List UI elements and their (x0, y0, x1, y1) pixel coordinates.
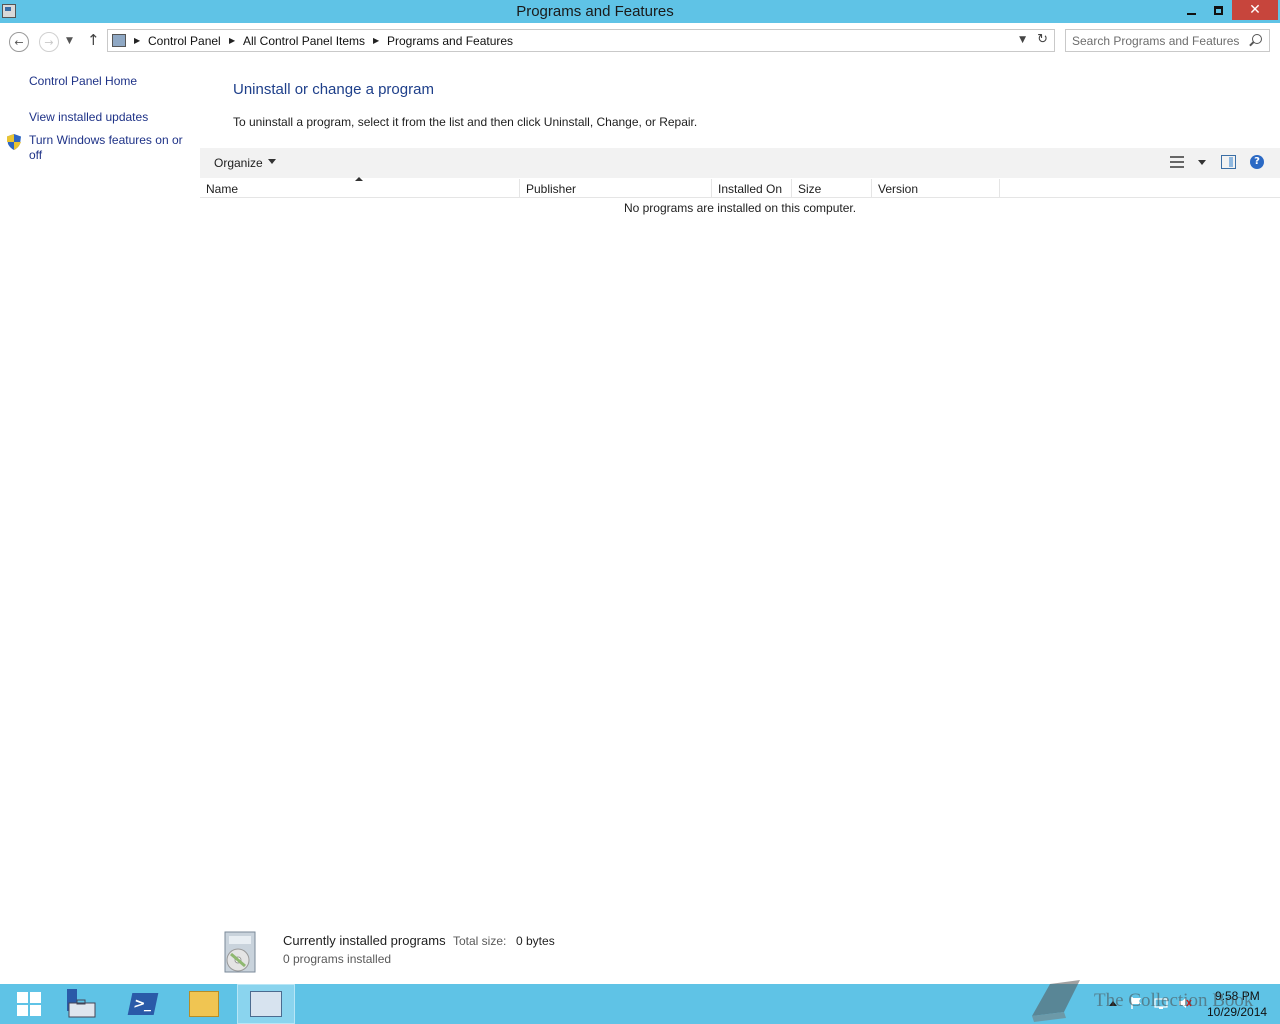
control-panel-icon (250, 991, 282, 1017)
restore-button[interactable] (1205, 0, 1231, 20)
sort-ascending-icon (355, 177, 363, 181)
back-arrow-icon: ← (14, 35, 24, 49)
control-panel-root-icon[interactable] (112, 34, 126, 47)
preview-pane-icon[interactable] (1221, 155, 1236, 169)
window-title: Programs and Features (516, 3, 674, 20)
show-hidden-icons-icon[interactable] (1109, 1001, 1117, 1006)
title-bar: Programs and Features ✕ (0, 0, 1280, 23)
powershell-icon: >_ (127, 993, 159, 1015)
close-icon: ✕ (1249, 2, 1261, 18)
refresh-icon[interactable]: ↻ (1037, 32, 1048, 47)
column-header-name[interactable]: Name (200, 177, 520, 198)
uac-shield-icon (7, 134, 21, 150)
recent-locations-dropdown-icon[interactable]: ▼ (66, 36, 73, 46)
breadcrumb-separator-icon[interactable]: ▶ (134, 36, 140, 45)
installed-programs-icon (224, 931, 256, 973)
breadcrumb-all-control-panel-items[interactable]: All Control Panel Items (243, 34, 365, 48)
column-header-label: Publisher (526, 182, 577, 196)
column-header-size[interactable]: Size (792, 179, 872, 198)
close-button[interactable]: ✕ (1232, 0, 1278, 20)
command-bar: Organize ? (200, 148, 1280, 178)
column-header-label: Version (878, 182, 919, 196)
minimize-button[interactable] (1178, 0, 1204, 20)
address-bar[interactable]: ▶ Control Panel ▶ All Control Panel Item… (107, 29, 1055, 52)
start-button[interactable] (0, 984, 58, 1024)
forward-button[interactable]: → (39, 32, 59, 52)
tasks-pane: Control Panel Home View installed update… (0, 60, 200, 980)
taskbar: >_ 9:58 PM 10/29/2014 (0, 984, 1280, 1024)
total-size-value: 0 bytes (516, 934, 555, 948)
volume-muted-icon[interactable] (1178, 996, 1192, 1010)
back-button[interactable]: ← (9, 32, 29, 52)
column-header-label: Size (798, 182, 822, 196)
restore-icon (1213, 5, 1223, 15)
column-header-label: Installed On (718, 182, 783, 196)
control-panel-home-link[interactable]: Control Panel Home (29, 74, 137, 89)
powershell-taskbar-button[interactable]: >_ (114, 984, 172, 1024)
minimize-icon (1186, 13, 1196, 15)
search-icon[interactable] (1252, 34, 1262, 44)
column-header-row: Name Publisher Installed On Size Version (200, 177, 1280, 198)
turn-windows-features-link[interactable]: Turn Windows features on or off (29, 133, 189, 163)
network-icon[interactable] (1154, 996, 1168, 1010)
windows-logo-icon (17, 992, 41, 1016)
clock-date[interactable]: 10/29/2014 (1207, 1005, 1267, 1019)
page-title: Uninstall or change a program (233, 81, 434, 98)
breadcrumb-control-panel[interactable]: Control Panel (148, 34, 221, 48)
search-box[interactable] (1065, 29, 1270, 52)
navigation-bar: ← → ▼ ↑ ▶ Control Panel ▶ All Control Pa… (0, 23, 1280, 59)
organize-button[interactable]: Organize (214, 156, 263, 170)
breadcrumb-separator-icon[interactable]: ▶ (229, 36, 235, 45)
view-installed-updates-link[interactable]: View installed updates (29, 110, 148, 125)
organize-dropdown-icon[interactable] (268, 159, 276, 164)
empty-list-message: No programs are installed on this comput… (623, 201, 857, 215)
forward-arrow-icon: → (44, 35, 54, 49)
server-manager-icon (67, 989, 96, 1018)
folder-icon (189, 991, 219, 1017)
search-input[interactable] (1072, 33, 1242, 48)
column-header-version[interactable]: Version (872, 179, 1000, 198)
breadcrumb-separator-icon[interactable]: ▶ (373, 36, 379, 45)
instructions-text: To uninstall a program, select it from t… (233, 115, 698, 129)
breadcrumb-programs-and-features[interactable]: Programs and Features (387, 34, 513, 48)
server-manager-taskbar-button[interactable] (52, 984, 110, 1024)
programs-count: 0 programs installed (283, 952, 392, 966)
column-header-installed-on[interactable]: Installed On (712, 179, 792, 198)
action-center-flag-icon[interactable] (1130, 996, 1144, 1010)
more-views-dropdown-icon[interactable] (1198, 160, 1206, 165)
column-header-publisher[interactable]: Publisher (520, 179, 712, 198)
help-icon[interactable]: ? (1250, 155, 1264, 169)
control-panel-taskbar-button[interactable] (237, 984, 295, 1024)
clock-time[interactable]: 9:58 PM (1215, 989, 1260, 1003)
details-title: Currently installed programs (283, 933, 446, 948)
up-button-icon[interactable]: ↑ (87, 31, 100, 49)
file-explorer-taskbar-button[interactable] (175, 984, 233, 1024)
total-size-label: Total size: (453, 934, 507, 948)
change-view-icon[interactable] (1170, 156, 1184, 168)
column-header-label: Name (206, 182, 239, 196)
address-history-dropdown-icon[interactable]: ▼ (1019, 35, 1026, 45)
